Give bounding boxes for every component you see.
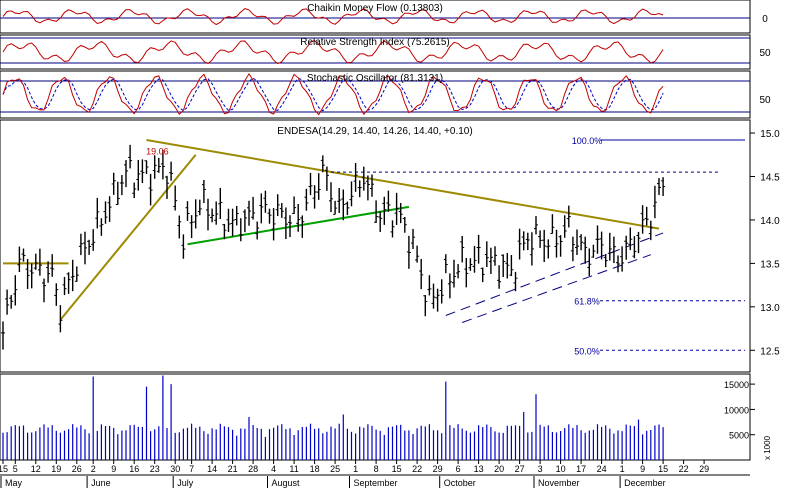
x-month-label: September — [354, 478, 398, 488]
x-day-label: 15 — [392, 464, 402, 474]
x-day-label: 29 — [699, 464, 709, 474]
rsi-tick-label: 50 — [759, 48, 771, 59]
x-day-label: 1 — [353, 464, 358, 474]
x-day-label: 13 — [474, 464, 484, 474]
x-day-label: 6 — [456, 464, 461, 474]
fibonacci-label: 100.0% — [572, 136, 603, 146]
price-tick-label: 12.5 — [760, 346, 780, 357]
x-day-label: 27 — [515, 464, 525, 474]
price-tick-label: 14.5 — [760, 172, 780, 183]
x-day-label: 4 — [271, 464, 276, 474]
x-day-label: 2 — [91, 464, 96, 474]
x-day-label: 3 — [538, 464, 543, 474]
x-day-label: 26 — [72, 464, 82, 474]
x-day-label: 30 — [170, 464, 180, 474]
volume-tick-label: 15000 — [724, 380, 749, 390]
volume-unit-label: x 1000 — [763, 435, 772, 460]
x-day-label: 28 — [248, 464, 258, 474]
cmf-title: Chaikin Money Flow (0.13803) — [307, 3, 443, 14]
x-day-label: 7 — [189, 464, 194, 474]
high-annotation: 19.06 — [146, 147, 169, 157]
x-day-label: 18 — [310, 464, 320, 474]
x-month-label: November — [538, 478, 580, 488]
x-day-label: 21 — [228, 464, 238, 474]
volume-tick-label: 10000 — [724, 405, 749, 415]
x-day-label: 10 — [556, 464, 566, 474]
x-day-label: 9 — [111, 464, 116, 474]
x-day-label: 11 — [289, 464, 298, 474]
stochastic-tick-label: 50 — [759, 95, 771, 106]
x-day-label: 25 — [330, 464, 340, 474]
x-day-label: 5 — [13, 464, 18, 474]
x-month-label: December — [624, 478, 666, 488]
price-tick-label: 13.0 — [760, 303, 780, 314]
x-day-label: 29 — [433, 464, 443, 474]
x-day-label: 14 — [207, 464, 217, 474]
x-day-label: 15 — [658, 464, 668, 474]
x-day-label: 22 — [412, 464, 422, 474]
price-tick-label: 14.0 — [760, 216, 780, 227]
fibonacci-label: 61.8% — [574, 297, 600, 307]
x-day-label: 16 — [129, 464, 139, 474]
stock-chart: Chaikin Money Flow (0.13803) 0 Relative … — [0, 0, 790, 488]
x-month-label: August — [272, 478, 301, 488]
stochastic-title: Stochastic Oscillator (81.3131) — [307, 73, 443, 84]
x-day-label: 17 — [576, 464, 586, 474]
price-tick-label: 15.0 — [760, 129, 780, 140]
x-month-label: June — [91, 478, 111, 488]
x-day-label: 15 — [0, 464, 8, 474]
x-day-label: 12 — [31, 464, 41, 474]
x-day-label: 8 — [374, 464, 379, 474]
x-month-label: May — [5, 478, 23, 488]
x-day-label: 1 — [620, 464, 625, 474]
price-title: ENDESA(14.29, 14.40, 14.26, 14.40, +0.10… — [277, 126, 472, 137]
x-day-label: 9 — [640, 464, 645, 474]
cmf-tick-label: 0 — [762, 14, 768, 25]
x-day-label: 22 — [679, 464, 689, 474]
x-month-label: October — [444, 478, 476, 488]
volume-tick-label: 5000 — [729, 431, 749, 441]
x-month-label: July — [177, 478, 194, 488]
rsi-title: Relative Strength Index (75.2615) — [300, 37, 450, 48]
x-day-label: 23 — [150, 464, 160, 474]
price-tick-label: 13.5 — [760, 259, 780, 270]
fibonacci-label: 50.0% — [574, 346, 600, 356]
x-day-label: 20 — [494, 464, 504, 474]
x-day-label: 19 — [51, 464, 61, 474]
x-day-label: 24 — [597, 464, 607, 474]
